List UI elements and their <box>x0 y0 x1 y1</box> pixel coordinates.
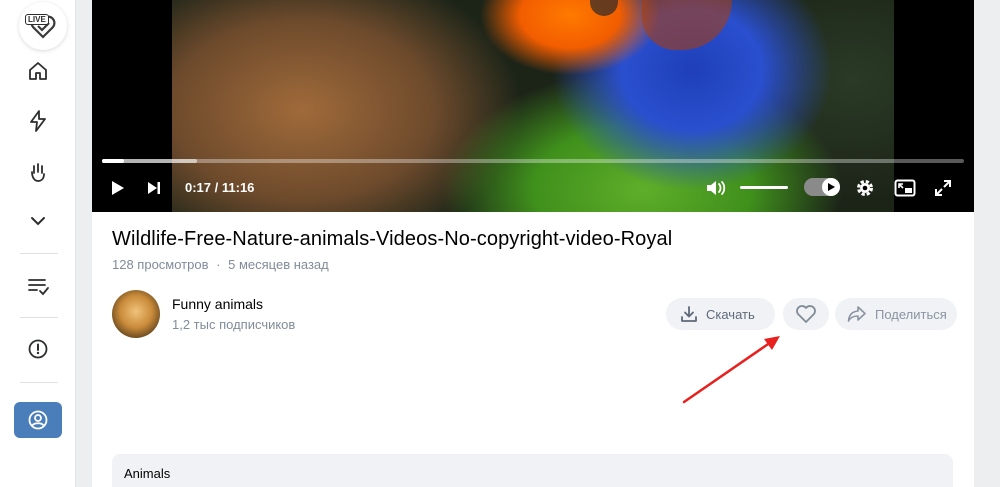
download-icon <box>681 306 697 322</box>
autoplay-toggle-knob <box>822 178 840 196</box>
subscriber-count: 1,2 тыс подписчиков <box>172 317 296 332</box>
video-frame <box>172 0 894 212</box>
time-separator: / <box>211 180 222 195</box>
upload-age: 5 месяцев назад <box>228 257 329 272</box>
category-tag[interactable]: Animals <box>124 466 170 481</box>
heart-icon <box>796 305 816 323</box>
play-button[interactable] <box>108 176 128 200</box>
video-frame-detail <box>590 0 618 16</box>
gear-icon <box>857 180 873 196</box>
volume-slider[interactable] <box>740 186 788 189</box>
picture-in-picture-icon <box>894 179 916 197</box>
sidebar-item-report[interactable] <box>24 335 52 363</box>
autoplay-toggle[interactable] <box>804 178 840 196</box>
seek-bar[interactable] <box>102 159 964 163</box>
sidebar-item-playlists[interactable] <box>24 272 52 300</box>
like-button[interactable] <box>783 298 829 330</box>
skip-next-icon <box>148 182 160 194</box>
picture-in-picture-button[interactable] <box>892 176 918 200</box>
view-count: 128 просмотров <box>112 257 209 272</box>
app-logo[interactable]: LIVE <box>19 2 67 50</box>
download-button[interactable]: Скачать <box>666 298 775 330</box>
fullscreen-icon <box>935 180 951 196</box>
sidebar-item-activity[interactable] <box>24 158 52 186</box>
volume-icon <box>707 181 726 195</box>
duration: 11:16 <box>221 180 255 195</box>
chevron-down-icon <box>31 217 45 226</box>
mute-button[interactable] <box>704 176 730 200</box>
home-icon <box>29 62 47 80</box>
play-icon <box>112 181 124 195</box>
share-label: Поделиться <box>875 306 947 322</box>
settings-button[interactable] <box>852 176 878 200</box>
sidebar-item-shorts[interactable] <box>24 107 52 135</box>
share-button[interactable]: Поделиться <box>835 298 957 330</box>
seek-progress <box>102 159 124 163</box>
next-button[interactable] <box>144 176 164 200</box>
alert-circle-icon <box>28 339 48 359</box>
sidebar-divider <box>20 317 58 318</box>
video-player[interactable]: 0:17 / 11:16 <box>92 0 974 212</box>
sidebar-divider <box>20 382 58 383</box>
download-label: Скачать <box>706 306 755 322</box>
profile-icon <box>28 410 48 430</box>
channel-avatar[interactable] <box>112 290 160 338</box>
lightning-icon <box>30 110 46 132</box>
meta-dot: · <box>216 257 221 272</box>
share-icon <box>847 306 866 322</box>
video-frame-detail <box>642 0 732 50</box>
sidebar-more-toggle[interactable] <box>24 207 52 235</box>
category-box: Animals <box>112 454 953 487</box>
fullscreen-button[interactable] <box>932 176 954 200</box>
hand-wave-icon <box>31 163 45 182</box>
sidebar: LIVE <box>0 0 76 487</box>
current-time: 0:17 <box>185 180 212 195</box>
live-badge: LIVE <box>25 14 49 25</box>
annotation-arrow <box>682 336 780 404</box>
playlist-check-icon <box>28 279 49 296</box>
video-page: 0:17 / 11:16 Wildlife-Free-Nature-animal… <box>92 0 974 487</box>
play-small-icon <box>828 183 835 191</box>
time-display: 0:17 / 11:16 <box>185 180 254 195</box>
video-meta: 128 просмотров · 5 месяцев назад <box>112 257 329 272</box>
video-title: Wildlife-Free-Nature-animals-Videos-No-c… <box>112 228 673 250</box>
channel-name[interactable]: Funny animals <box>172 296 263 312</box>
sidebar-item-home[interactable] <box>24 57 52 85</box>
profile-button[interactable] <box>14 402 62 438</box>
sidebar-divider <box>20 253 58 254</box>
